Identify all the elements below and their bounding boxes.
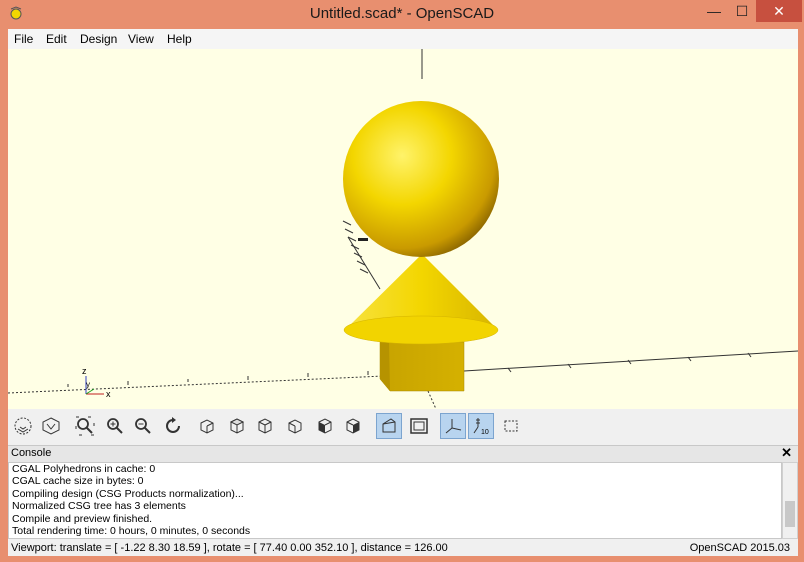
view-top-icon <box>229 418 245 434</box>
axis-label-x: x <box>106 389 111 399</box>
preview-button[interactable] <box>10 413 36 439</box>
maximize-button[interactable]: ☐ <box>728 0 756 22</box>
view-right-icon <box>200 419 214 434</box>
perspective-button[interactable] <box>376 413 402 439</box>
axis-label-z: z <box>82 366 87 376</box>
viewport-scene: z y x <box>8 49 798 409</box>
zoom-out-button[interactable] <box>130 413 156 439</box>
show-scale-button[interactable]: 10 <box>468 413 494 439</box>
view-left-icon <box>288 419 302 434</box>
view-front-icon <box>318 418 332 434</box>
preview-icon <box>14 417 32 435</box>
scale-label: 10 <box>481 429 489 436</box>
3d-viewport[interactable]: z y x <box>8 49 798 409</box>
app-window: Untitled.scad* - OpenSCAD — ☐ ✕ File Edi… <box>0 0 804 562</box>
zoom-in-button[interactable] <box>102 413 128 439</box>
main-area: File Edit Design View Help z y x 10 Cons… <box>8 29 798 556</box>
console-header: Console ✕ <box>8 445 798 462</box>
cube-object <box>379 341 465 392</box>
version-label: OpenSCAD 2015.03 <box>689 542 790 554</box>
console-line: Total rendering time: 0 hours, 0 minutes… <box>12 525 251 538</box>
scale-markers-icon: 10 <box>473 418 489 436</box>
zoom-out-icon <box>135 418 151 434</box>
axes-icon <box>445 419 462 434</box>
zoom-in-icon <box>107 418 123 434</box>
render-button[interactable] <box>38 413 64 439</box>
console-line: CGAL cache size in bytes: 0 <box>12 475 144 488</box>
view-back-icon <box>346 418 360 434</box>
menu-edit[interactable]: Edit <box>46 32 67 46</box>
view-right-button[interactable] <box>194 413 220 439</box>
orthogonal-icon <box>410 418 428 434</box>
console-line: Compiling design (CSG Products normaliza… <box>12 487 244 500</box>
console-output[interactable]: CGAL Polyhedrons in cache: 0 CGAL cache … <box>8 462 782 539</box>
console-scrollbar[interactable] <box>782 462 798 539</box>
show-edges-button[interactable] <box>498 413 524 439</box>
sphere-object <box>343 101 499 257</box>
reset-view-icon <box>166 417 180 433</box>
show-axes-button[interactable] <box>440 413 466 439</box>
view-front-button[interactable] <box>312 413 338 439</box>
window-title: Untitled.scad* - OpenSCAD <box>309 5 495 22</box>
view-left-button[interactable] <box>282 413 308 439</box>
console-line: Compile and preview finished. <box>12 512 153 525</box>
view-all-icon <box>75 416 95 436</box>
menu-bar: File Edit Design View Help <box>8 29 798 49</box>
menu-view[interactable]: View <box>128 32 154 46</box>
orthogonal-button[interactable] <box>406 413 432 439</box>
view-top-button[interactable] <box>224 413 250 439</box>
minimize-button[interactable]: — <box>700 0 728 22</box>
menu-design[interactable]: Design <box>80 32 117 46</box>
console-close-icon[interactable]: ✕ <box>781 445 792 461</box>
title-bar[interactable]: Untitled.scad* - OpenSCAD — ☐ ✕ <box>0 0 804 28</box>
axis-label-y: y <box>86 380 90 389</box>
render-icon <box>42 417 60 435</box>
menu-file[interactable]: File <box>14 32 33 46</box>
perspective-icon <box>382 418 396 433</box>
console-line: CGAL Polyhedrons in cache: 0 <box>12 463 156 475</box>
axes-indicator: z y x <box>82 366 111 399</box>
view-bottom-icon <box>258 418 272 434</box>
edges-icon <box>504 420 518 432</box>
scrollbar-thumb[interactable] <box>785 501 795 527</box>
menu-help[interactable]: Help <box>167 32 192 46</box>
reset-view-button[interactable] <box>160 413 186 439</box>
view-back-button[interactable] <box>340 413 366 439</box>
close-button[interactable]: ✕ <box>756 0 802 22</box>
console-title: Console <box>11 447 52 459</box>
viewport-status: Viewport: translate = [ -1.22 8.30 18.59… <box>11 542 448 554</box>
view-all-button[interactable] <box>72 413 98 439</box>
status-bar: Viewport: translate = [ -1.22 8.30 18.59… <box>8 540 798 556</box>
console-line: Normalized CSG tree has 3 elements <box>12 500 186 513</box>
view-bottom-button[interactable] <box>252 413 278 439</box>
toolbar: 10 <box>8 409 798 443</box>
